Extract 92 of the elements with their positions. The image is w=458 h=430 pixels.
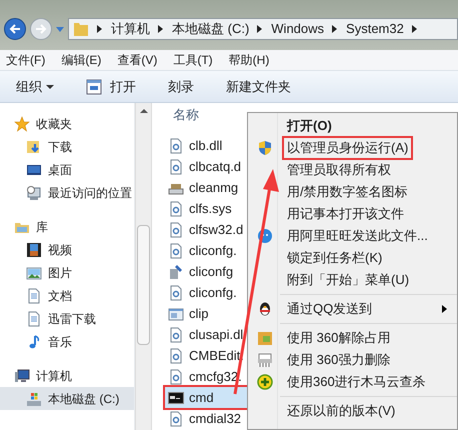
- gear-document-icon: [168, 222, 184, 238]
- nav-item[interactable]: 下载: [0, 135, 134, 158]
- shredder-icon: [257, 352, 273, 368]
- nav-item[interactable]: 库: [0, 216, 134, 238]
- menu-item[interactable]: 使用 360解除占用: [282, 326, 396, 350]
- file-item[interactable]: clfsw32.d: [165, 219, 247, 240]
- menu-bar-item[interactable]: 文件(F): [4, 51, 48, 69]
- plus-circle-icon: [257, 374, 273, 390]
- windows-drive-icon: [26, 390, 42, 406]
- nav-item[interactable]: 最近访问的位置: [0, 181, 134, 204]
- menu-item[interactable]: 打开(O): [282, 114, 337, 138]
- breadcrumb-arrow-icon[interactable]: [332, 25, 338, 33]
- scrollbar[interactable]: [135, 103, 152, 430]
- menu-item[interactable]: 锁定到任务栏(K): [282, 246, 388, 270]
- window-icon: [168, 306, 184, 322]
- caret-icon: [46, 82, 54, 90]
- forward-arrow-icon: [35, 23, 47, 35]
- menu-item[interactable]: 通过QQ发送到: [282, 297, 378, 321]
- download-folder-icon: [26, 138, 42, 154]
- penguin-icon: [257, 301, 273, 317]
- menu-bar-item[interactable]: 工具(T): [171, 51, 215, 69]
- file-item[interactable]: cliconfg.: [165, 240, 247, 261]
- file-item[interactable]: cleanmg: [165, 177, 247, 198]
- nav-item[interactable]: 桌面: [0, 158, 134, 181]
- console-icon: [168, 390, 184, 406]
- breadcrumb[interactable]: 计算机: [111, 19, 150, 39]
- file-item[interactable]: cliconfg: [165, 261, 247, 282]
- open-button[interactable]: 打开: [78, 74, 144, 98]
- gear-document-icon: [168, 158, 184, 174]
- nav-item[interactable]: 图片: [0, 261, 134, 284]
- breadcrumb[interactable]: Windows: [271, 19, 324, 39]
- menu-item[interactable]: 用阿里旺旺发送此文件...: [282, 224, 433, 248]
- document-icon: [26, 288, 42, 304]
- back-button[interactable]: [4, 18, 26, 40]
- toolbar-button[interactable]: 新建文件夹: [218, 74, 299, 98]
- computer-icon: [14, 368, 30, 384]
- nav-item[interactable]: 计算机: [0, 365, 134, 387]
- window-icon: [86, 78, 102, 94]
- chat-bubble-icon: [257, 228, 273, 244]
- gear-document-icon: [168, 326, 184, 342]
- gear-document-icon: [168, 348, 184, 364]
- organize-dropdown[interactable]: 组织: [8, 74, 62, 98]
- file-item[interactable]: clusapi.dl: [165, 324, 247, 345]
- menu-bar-item[interactable]: 帮助(H): [226, 51, 272, 69]
- breadcrumb-arrow-icon[interactable]: [257, 25, 264, 33]
- menu-item[interactable]: 以管理员身份运行(A): [282, 136, 414, 160]
- file-item[interactable]: clip: [165, 303, 247, 324]
- film-icon: [26, 242, 42, 258]
- gear-document-icon: [168, 200, 184, 216]
- star-icon: [14, 116, 30, 132]
- menu-item[interactable]: 用记事本打开该文件: [282, 202, 409, 226]
- scroll-thumb[interactable]: [137, 225, 150, 345]
- gear-document-icon: [168, 410, 184, 426]
- breadcrumb-arrow-icon[interactable]: [412, 25, 418, 33]
- menu-item[interactable]: 附到「开始」菜单(U): [282, 268, 414, 292]
- menu-item[interactable]: 使用360进行木马云查杀: [282, 370, 431, 394]
- file-item[interactable]: clb.dll: [165, 135, 247, 156]
- breadcrumb-arrow-icon[interactable]: [97, 25, 103, 33]
- file-item[interactable]: cmd: [165, 387, 247, 408]
- scroll-up-icon[interactable]: [140, 107, 148, 115]
- shield-icon: [257, 140, 273, 156]
- back-arrow-icon: [9, 23, 21, 35]
- file-item[interactable]: clbcatq.d: [165, 156, 247, 177]
- nav-item[interactable]: 文档: [0, 284, 134, 307]
- nav-item[interactable]: 视频: [0, 238, 134, 261]
- gear-document-icon: [168, 242, 184, 258]
- gear-document-icon: [168, 138, 184, 154]
- nav-item[interactable]: 本地磁盘 (C:): [0, 387, 134, 410]
- folder-icon: [73, 21, 89, 37]
- breadcrumb[interactable]: System32: [346, 19, 404, 39]
- menu-item[interactable]: 管理员取得所有权: [282, 158, 396, 182]
- menu-item[interactable]: 使用 360强力删除: [282, 348, 396, 372]
- gear-document-icon: [168, 368, 184, 384]
- gear-document-icon: [168, 284, 184, 300]
- nav-item[interactable]: 迅雷下载: [0, 307, 134, 330]
- column-header[interactable]: 名称: [165, 103, 247, 135]
- file-item[interactable]: cliconfg.: [165, 282, 247, 303]
- breadcrumb-arrow-icon[interactable]: [158, 25, 164, 33]
- document-icon: [26, 310, 42, 326]
- nav-item[interactable]: 收藏夹: [0, 113, 134, 135]
- menu-item[interactable]: 还原以前的版本(V): [282, 399, 400, 423]
- toolbar-button[interactable]: 刻录: [160, 74, 202, 98]
- file-item[interactable]: clfs.sys: [165, 198, 247, 219]
- menu-bar-item[interactable]: 编辑(E): [59, 51, 104, 69]
- recent-places-icon: [26, 184, 42, 200]
- nav-item[interactable]: 音乐: [0, 330, 134, 353]
- address-bar[interactable]: 计算机 本地磁盘 (C:) Windows System32: [68, 18, 458, 40]
- menu-item[interactable]: 用/禁用数字签名图标: [282, 180, 413, 204]
- menu-bar-item[interactable]: 查看(V): [115, 51, 160, 69]
- picture-icon: [26, 264, 42, 280]
- breadcrumb[interactable]: 本地磁盘 (C:): [172, 19, 250, 39]
- file-item[interactable]: cmdial32: [165, 408, 247, 429]
